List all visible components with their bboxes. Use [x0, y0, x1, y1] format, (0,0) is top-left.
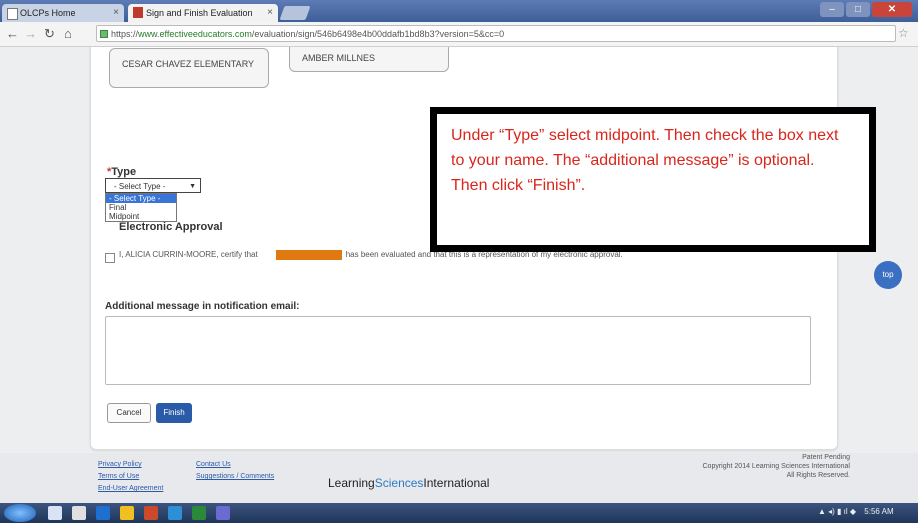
- option-select-type[interactable]: - Select Type -: [106, 194, 176, 203]
- type-label: *Type: [107, 166, 136, 178]
- option-final[interactable]: Final: [106, 203, 176, 212]
- type-select-value: - Select Type -: [114, 182, 166, 191]
- logo-part-international: International: [423, 476, 490, 490]
- window-close-button[interactable]: ✕: [872, 2, 912, 17]
- tab-sign-and-finish[interactable]: Sign and Finish Evaluation ×: [128, 4, 278, 22]
- page-icon: [7, 8, 18, 20]
- start-button[interactable]: [4, 504, 36, 522]
- tab-label: OLCPs Home: [20, 8, 76, 18]
- minimize-button[interactable]: –: [820, 2, 844, 17]
- instruction-callout: Under “Type” select midpoint. Then check…: [430, 107, 876, 252]
- new-tab-button[interactable]: [279, 6, 311, 20]
- copyright-block: Patent Pending Copyright 2014 Learning S…: [610, 453, 851, 480]
- address-bar-row: ← → ↻ ⌂ https://www.effectiveeducators.c…: [0, 22, 918, 47]
- reload-icon[interactable]: ↻: [44, 26, 55, 42]
- windows-taskbar: ▲ ◂) ▮ ıl ◆ 5:56 AM: [0, 503, 918, 523]
- folder-icon[interactable]: [72, 506, 86, 520]
- tab-olcps-home[interactable]: OLCPs Home ×: [2, 4, 124, 22]
- tray-icons[interactable]: ▲ ◂) ▮ ıl ◆: [818, 507, 856, 516]
- copyright-text: Copyright 2014 Learning Sciences Interna…: [702, 463, 851, 470]
- close-icon[interactable]: ×: [113, 4, 119, 22]
- forward-icon[interactable]: →: [24, 26, 37, 42]
- close-icon[interactable]: ×: [267, 4, 273, 22]
- app-icon[interactable]: [216, 506, 230, 520]
- patent-text: Patent Pending: [802, 454, 850, 461]
- contact-us-link[interactable]: Contact Us: [196, 461, 231, 468]
- url-prefix: https://: [111, 29, 139, 39]
- page-content: CESAR CHAVEZ ELEMENTARY AMBER MILLNES *T…: [0, 47, 918, 500]
- cancel-button[interactable]: Cancel: [107, 403, 151, 423]
- school-tab-cesar-chavez[interactable]: CESAR CHAVEZ ELEMENTARY: [109, 48, 269, 88]
- additional-message-textarea[interactable]: [105, 316, 811, 385]
- terms-of-use-link[interactable]: Terms of Use: [98, 473, 139, 480]
- end-user-agreement-link[interactable]: End-User Agreement: [98, 485, 163, 492]
- media-icon[interactable]: [144, 506, 158, 520]
- logo-part-learning: Learning: [328, 476, 375, 490]
- system-tray: ▲ ◂) ▮ ıl ◆ 5:56 AM: [818, 507, 894, 516]
- maximize-button[interactable]: □: [846, 2, 870, 17]
- explorer-icon[interactable]: [48, 506, 62, 520]
- word-icon[interactable]: [168, 506, 182, 520]
- scroll-top-button[interactable]: top: [874, 261, 902, 289]
- rights-text: All Rights Reserved.: [786, 472, 850, 479]
- type-label-text: Type: [111, 166, 137, 178]
- finish-button[interactable]: Finish: [156, 403, 192, 423]
- redacted-name: [269, 250, 342, 260]
- privacy-policy-link[interactable]: Privacy Policy: [98, 461, 142, 468]
- learning-sciences-logo: LearningSciencesInternational: [328, 476, 489, 490]
- back-icon[interactable]: ←: [6, 26, 19, 42]
- tab-label: Sign and Finish Evaluation: [146, 8, 253, 18]
- suggestions-link[interactable]: Suggestions / Comments: [196, 473, 274, 480]
- browser-tab-bar: OLCPs Home × Sign and Finish Evaluation …: [0, 0, 918, 22]
- url-path: /evaluation/sign/546b6498e4b00ddafb1bd8b…: [251, 29, 505, 39]
- approval-checkbox[interactable]: [105, 253, 115, 263]
- excel-icon[interactable]: [192, 506, 206, 520]
- type-select[interactable]: - Select Type - ▼: [105, 178, 201, 193]
- cert-before: I, ALICIA CURRIN-MOORE, certify that: [119, 250, 258, 260]
- electronic-approval-heading: Electronic Approval: [119, 221, 223, 233]
- url-host: www.effectiveeducators.com: [138, 29, 252, 39]
- type-dropdown-list: - Select Type - Final Midpoint: [105, 193, 177, 222]
- clock-time[interactable]: 5:56 AM: [864, 507, 893, 516]
- school-tab-amber[interactable]: AMBER MILLNES: [289, 47, 449, 72]
- home-icon[interactable]: ⌂: [64, 26, 72, 42]
- page-footer: Privacy Policy Terms of Use End-User Agr…: [0, 453, 918, 503]
- option-midpoint[interactable]: Midpoint: [106, 212, 176, 221]
- ie-icon[interactable]: [96, 506, 110, 520]
- chevron-down-icon: ▼: [189, 183, 196, 190]
- site-favicon-icon: [133, 7, 143, 18]
- url-field[interactable]: https://www.effectiveeducators.com/evalu…: [96, 25, 896, 42]
- lock-icon: [100, 30, 108, 38]
- additional-message-label: Additional message in notification email…: [105, 301, 300, 312]
- logo-part-sciences: Sciences: [374, 476, 424, 490]
- chrome-icon[interactable]: [120, 506, 134, 520]
- bookmark-star-icon[interactable]: ☆: [898, 26, 909, 40]
